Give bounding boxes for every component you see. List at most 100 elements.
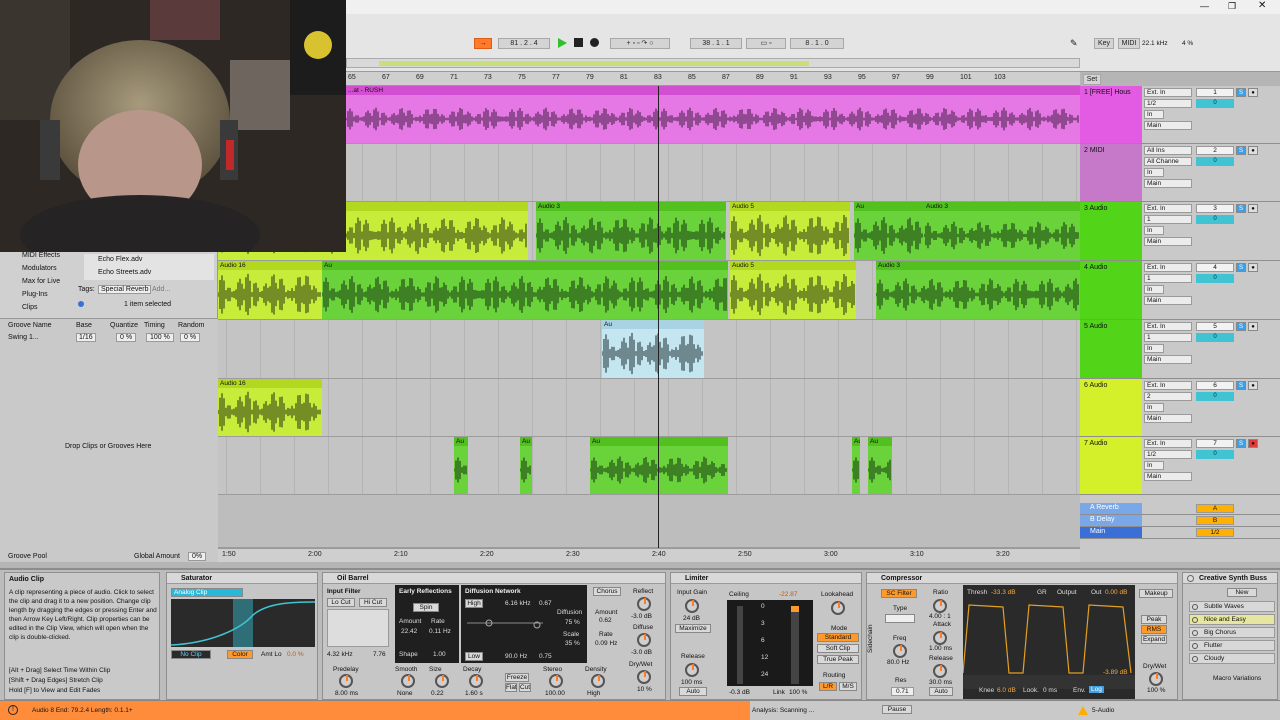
lo-cut-button[interactable]: Lo Cut bbox=[327, 598, 355, 607]
automation-controls[interactable]: + ▫ ▫ ↷ ○ bbox=[610, 38, 670, 49]
oil-drywet-value[interactable]: 10 % bbox=[637, 686, 652, 693]
variation-item[interactable]: Subtle Waves bbox=[1189, 601, 1275, 612]
auto-button[interactable]: Auto bbox=[929, 687, 953, 696]
variation-item[interactable]: Big Chorus bbox=[1189, 627, 1275, 638]
oil-drywet-knob[interactable] bbox=[637, 670, 651, 684]
freeze-button[interactable]: Freeze bbox=[505, 673, 529, 682]
oil-barrel-device[interactable]: Oil Barrel Input Filter Lo Cut Hi Cut 4.… bbox=[322, 572, 666, 700]
limiter-device[interactable]: Limiter Input Gain 24 dB Maximize Releas… bbox=[670, 572, 862, 700]
midi-map-button[interactable]: MIDI bbox=[1118, 38, 1140, 49]
solo-button[interactable]: S bbox=[1236, 88, 1246, 97]
shape-value[interactable]: 1.00 bbox=[433, 651, 446, 658]
track-volume-number[interactable]: 7 bbox=[1196, 439, 1234, 448]
tag-add[interactable]: Add... bbox=[152, 286, 170, 293]
ratio-value[interactable]: 4.00 : 1 bbox=[929, 613, 951, 620]
track-output[interactable]: Main bbox=[1144, 355, 1192, 364]
output-label[interactable]: Output bbox=[1057, 589, 1077, 596]
file-echo-flex[interactable]: Echo Flex.adv bbox=[98, 256, 142, 263]
monitor-in-button[interactable]: In bbox=[1144, 285, 1164, 294]
audio-clip[interactable]: Au bbox=[590, 437, 728, 494]
track-input-channel[interactable]: 1 bbox=[1144, 333, 1192, 342]
track-volume[interactable]: 0 bbox=[1196, 99, 1234, 108]
return-send-letter[interactable]: A bbox=[1196, 504, 1234, 513]
er-rate-value[interactable]: 0.11 Hz bbox=[429, 628, 451, 635]
filter-type-select[interactable] bbox=[885, 614, 915, 623]
thresh-value[interactable]: -33.3 dB bbox=[991, 589, 1016, 596]
loop-length[interactable]: 8 . 1 . 0 bbox=[790, 38, 844, 49]
browser-item-max-for-live[interactable]: Max for Live bbox=[22, 278, 60, 285]
maximize-button[interactable]: Maximize bbox=[675, 624, 711, 633]
cut-button[interactable]: Cut bbox=[519, 683, 531, 692]
variation-radio-icon[interactable] bbox=[1192, 630, 1198, 636]
flat-button[interactable]: Flat bbox=[505, 683, 517, 692]
low-freq[interactable]: 90.0 Hz bbox=[505, 653, 527, 660]
track-header[interactable]: 3 Audio Ext. In 1 In Main 3 0 S ● bbox=[1080, 202, 1280, 261]
compressor-device[interactable]: Compressor Sidechain SC Filter Type Freq… bbox=[866, 572, 1178, 700]
tag-chip[interactable]: Special Reverb bbox=[98, 285, 152, 294]
track-header[interactable]: 1 [FREE] Hous Ext. In 1/2 In Main 1 0 S ● bbox=[1080, 86, 1280, 144]
key-map-button[interactable]: Key bbox=[1094, 38, 1114, 49]
new-variation-button[interactable]: New bbox=[1227, 588, 1257, 597]
audio-clip[interactable]: Audio 3 bbox=[876, 261, 1080, 319]
out-value[interactable]: 0.00 dB bbox=[1105, 589, 1127, 596]
overview-strip[interactable] bbox=[346, 58, 1080, 68]
soft-clip-button[interactable]: Soft Clip bbox=[817, 644, 859, 653]
track-output[interactable]: Main bbox=[1144, 414, 1192, 423]
track-output[interactable]: Main bbox=[1144, 296, 1192, 305]
monitor-in-button[interactable]: In bbox=[1144, 461, 1164, 470]
track-name[interactable]: 4 Audio bbox=[1080, 261, 1142, 319]
track-lane[interactable]: Au bbox=[218, 320, 1080, 379]
play-icon[interactable] bbox=[558, 38, 567, 48]
monitor-in-button[interactable]: In bbox=[1144, 403, 1164, 412]
track-lane[interactable]: Audio 16 bbox=[218, 379, 1080, 437]
oil-param-knob[interactable] bbox=[401, 674, 415, 688]
high-button[interactable]: High bbox=[465, 599, 483, 608]
track-volume-number[interactable]: 1 bbox=[1196, 88, 1234, 97]
variation-item[interactable]: Flutter bbox=[1189, 640, 1275, 651]
return-track-header[interactable]: Main 1/2 bbox=[1080, 527, 1280, 539]
track-volume-number[interactable]: 2 bbox=[1196, 146, 1234, 155]
oil-param-knob[interactable] bbox=[469, 674, 483, 688]
sc-freq-value[interactable]: 80.0 Hz bbox=[887, 659, 909, 666]
look-value[interactable]: 0 ms bbox=[1043, 687, 1057, 694]
track-header[interactable]: 4 Audio Ext. In 1 In Main 4 0 S ● bbox=[1080, 261, 1280, 320]
input-gain-value[interactable]: 24 dB bbox=[683, 615, 700, 622]
peak-button[interactable]: Peak bbox=[1141, 615, 1167, 624]
track-volume[interactable]: 0 bbox=[1196, 215, 1234, 224]
groove-row-base[interactable]: 1/16 bbox=[76, 333, 96, 342]
oil-param-value[interactable]: High bbox=[587, 690, 600, 697]
track-output[interactable]: Main bbox=[1144, 237, 1192, 246]
low-value[interactable]: 0.75 bbox=[539, 653, 552, 660]
input-gain-knob[interactable] bbox=[685, 599, 699, 613]
link-value[interactable]: 100 % bbox=[789, 689, 807, 696]
audio-clip[interactable]: Au bbox=[868, 437, 892, 494]
release-value[interactable]: 30.0 ms bbox=[929, 679, 952, 686]
macro-variations-label[interactable]: Macro Variations bbox=[1213, 675, 1261, 682]
solo-button[interactable]: S bbox=[1236, 146, 1246, 155]
track-input-channel[interactable]: 2 bbox=[1144, 392, 1192, 401]
audio-clip[interactable]: Audio 5 bbox=[730, 261, 856, 319]
solo-button[interactable]: S bbox=[1236, 322, 1246, 331]
browser-item-midi-effects[interactable]: MIDI Effects bbox=[22, 252, 60, 259]
groove-row-timing[interactable]: 100 % bbox=[146, 333, 174, 342]
audio-clip[interactable]: ...at - RUSH bbox=[346, 86, 1080, 143]
true-peak-button[interactable]: True Peak bbox=[817, 655, 859, 664]
track-input-channel[interactable]: 1 bbox=[1144, 215, 1192, 224]
track-name[interactable]: 3 Audio bbox=[1080, 202, 1142, 260]
loop-switch[interactable]: ▭ ▫ bbox=[746, 38, 786, 49]
track-name[interactable]: 1 [FREE] Hous bbox=[1080, 86, 1142, 143]
sc-filter-button[interactable]: SC Filter bbox=[881, 589, 917, 598]
return-name[interactable]: Main bbox=[1080, 527, 1142, 538]
variation-item[interactable]: Nice and Easy bbox=[1189, 614, 1275, 625]
lookahead-knob[interactable] bbox=[831, 601, 845, 615]
expand-button[interactable]: Expand bbox=[1141, 635, 1167, 644]
monitor-in-button[interactable]: In bbox=[1144, 168, 1164, 177]
oil-param-knob[interactable] bbox=[339, 674, 353, 688]
compressor-display[interactable] bbox=[962, 585, 1135, 699]
track-name[interactable]: 6 Audio bbox=[1080, 379, 1142, 436]
variation-radio-icon[interactable] bbox=[1192, 617, 1198, 623]
low-button[interactable]: Low bbox=[465, 652, 483, 661]
track-output[interactable]: Main bbox=[1144, 179, 1192, 188]
saturator-device[interactable]: Saturator Analog Clip No Clip Color Amt … bbox=[166, 572, 318, 700]
track-input-type[interactable]: Ext. In bbox=[1144, 439, 1192, 448]
